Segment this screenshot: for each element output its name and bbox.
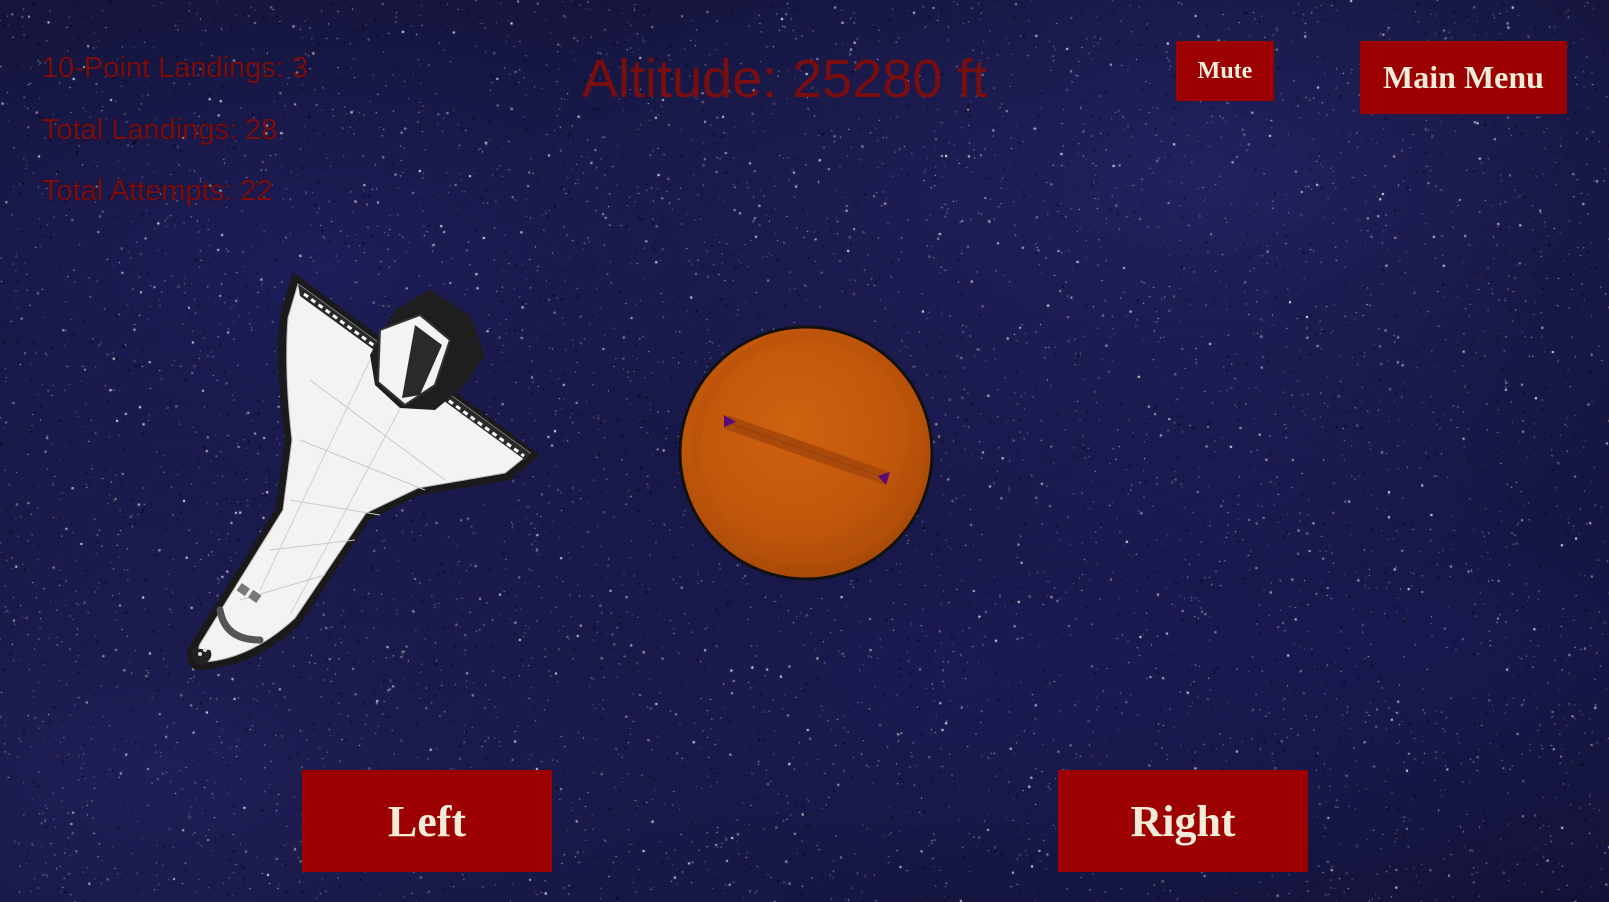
space-shuttle: [186, 272, 540, 670]
shuttle-body: [186, 272, 540, 670]
total-attempts-stat: Total Attempts: 22: [42, 175, 273, 207]
left-button[interactable]: Left: [302, 770, 552, 872]
right-button[interactable]: Right: [1058, 770, 1308, 872]
ten-point-landings-stat: 10-Point Landings: 3: [42, 52, 309, 84]
total-landings-stat: Total Landings: 28: [42, 114, 278, 146]
altitude-readout: Altitude: 25280 ft: [582, 49, 988, 109]
main-menu-button[interactable]: Main Menu: [1360, 41, 1567, 114]
mute-button[interactable]: Mute: [1176, 41, 1274, 101]
planet: [678, 325, 934, 581]
